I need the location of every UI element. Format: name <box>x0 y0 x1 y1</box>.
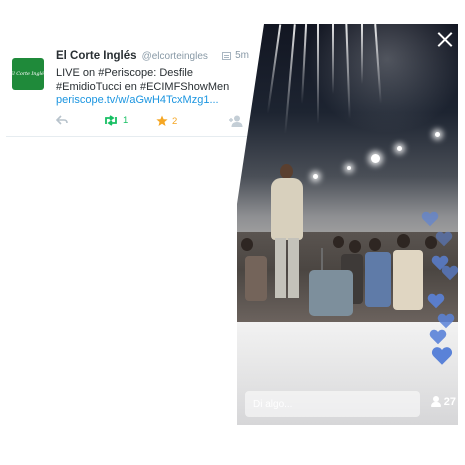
model-legs <box>275 238 299 298</box>
model-jacket <box>271 178 303 240</box>
favorite-count: 2 <box>172 115 178 127</box>
star-icon <box>156 115 168 126</box>
tweet-divider <box>6 136 255 137</box>
tweet-header: El Corte Inglés @elcorteingles <box>56 50 248 64</box>
suitcase <box>309 270 353 316</box>
timestamp-text: 5m <box>235 50 249 61</box>
retweet-button[interactable]: 1 <box>103 115 128 126</box>
spotlight <box>371 154 380 163</box>
periscope-link[interactable]: periscope.tv/w/aGwH4TcxMzg1... <box>56 94 251 108</box>
retweet-count: 1 <box>123 115 129 126</box>
follow-icon[interactable] <box>228 115 244 127</box>
author-handle[interactable]: @elcorteingles <box>142 51 208 62</box>
retweet-icon <box>105 115 117 126</box>
heart-icon <box>421 210 439 228</box>
heart-icon <box>435 230 453 248</box>
comment-box[interactable] <box>245 391 420 417</box>
card-icon <box>222 51 232 60</box>
tweet-timestamp: 5m <box>222 50 249 61</box>
close-icon[interactable] <box>438 32 452 46</box>
light-ray <box>361 24 363 84</box>
spotlight <box>347 166 351 170</box>
avatar[interactable]: El Corte Inglés <box>9 58 47 90</box>
model-head <box>280 164 293 179</box>
tweet-actions: 1 2 <box>56 115 248 129</box>
spotlight <box>397 146 402 151</box>
heart-icon <box>427 292 445 310</box>
stage-light-glow <box>307 24 458 134</box>
light-ray <box>332 24 334 94</box>
heart-icon <box>441 264 458 282</box>
viewer-count: 27 <box>430 396 456 408</box>
reply-icon[interactable] <box>56 115 68 125</box>
spotlight <box>313 174 318 179</box>
suitcase-handle <box>321 248 323 272</box>
tweet-text: LIVE on #Periscope: Desfile #EmidioTucci… <box>56 67 251 108</box>
light-ray <box>317 24 319 124</box>
viewer-count-text: 27 <box>443 396 456 408</box>
favorite-button[interactable]: 2 <box>156 115 177 127</box>
heart-icon <box>429 328 447 346</box>
author-name[interactable]: El Corte Inglés <box>56 50 137 62</box>
heart-icon <box>431 346 453 366</box>
tweet-text-line-2: #EmidioTucci en #ECIMFShowMen <box>56 80 230 93</box>
spotlight <box>435 132 440 137</box>
viewer-icon <box>430 396 441 408</box>
tweet-text-line-1: LIVE on #Periscope: Desfile <box>56 67 193 79</box>
tweet-card[interactable]: El Corte Inglés El Corte Inglés @elcorte… <box>0 36 255 136</box>
avatar-logo-text: El Corte Inglés <box>9 71 47 77</box>
periscope-stream[interactable]: 27 <box>237 24 458 425</box>
comment-input[interactable] <box>245 398 420 410</box>
